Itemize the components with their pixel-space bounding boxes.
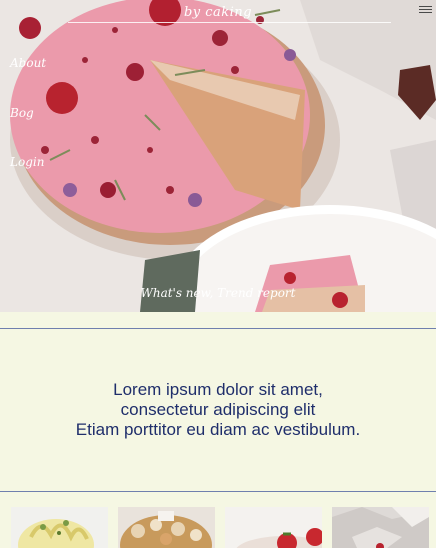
- intro-line-1: Lorem ipsum dolor sit amet,: [113, 380, 323, 399]
- hamburger-menu-icon[interactable]: [419, 6, 432, 16]
- nav-login-link[interactable]: Login: [10, 155, 44, 169]
- gallery-thumbnail-2[interactable]: [118, 507, 215, 548]
- intro-text-block: Lorem ipsum dolor sit amet, consectetur …: [0, 380, 436, 440]
- trend-report-link[interactable]: What's new, Trend report: [0, 286, 436, 300]
- gallery-thumbnail-1[interactable]: [11, 507, 108, 548]
- nav-about-link[interactable]: About: [10, 56, 46, 70]
- intro-line-2: consectetur adipiscing elit: [120, 400, 316, 419]
- gallery-thumbnail-4[interactable]: [332, 507, 429, 548]
- nav-blog-link[interactable]: Bog: [10, 106, 34, 120]
- section-divider-bottom: [0, 491, 436, 492]
- hero-banner: by caking About Bog Login What's new, Tr…: [0, 0, 436, 312]
- cake-hero-image: [0, 0, 436, 312]
- header-divider: [68, 22, 391, 23]
- gallery-thumbnail-3[interactable]: [225, 507, 322, 548]
- section-divider-top: [0, 328, 436, 329]
- brand-logo[interactable]: by caking: [0, 5, 436, 20]
- intro-line-3: Etiam porttitor eu diam ac vestibulum.: [75, 420, 361, 439]
